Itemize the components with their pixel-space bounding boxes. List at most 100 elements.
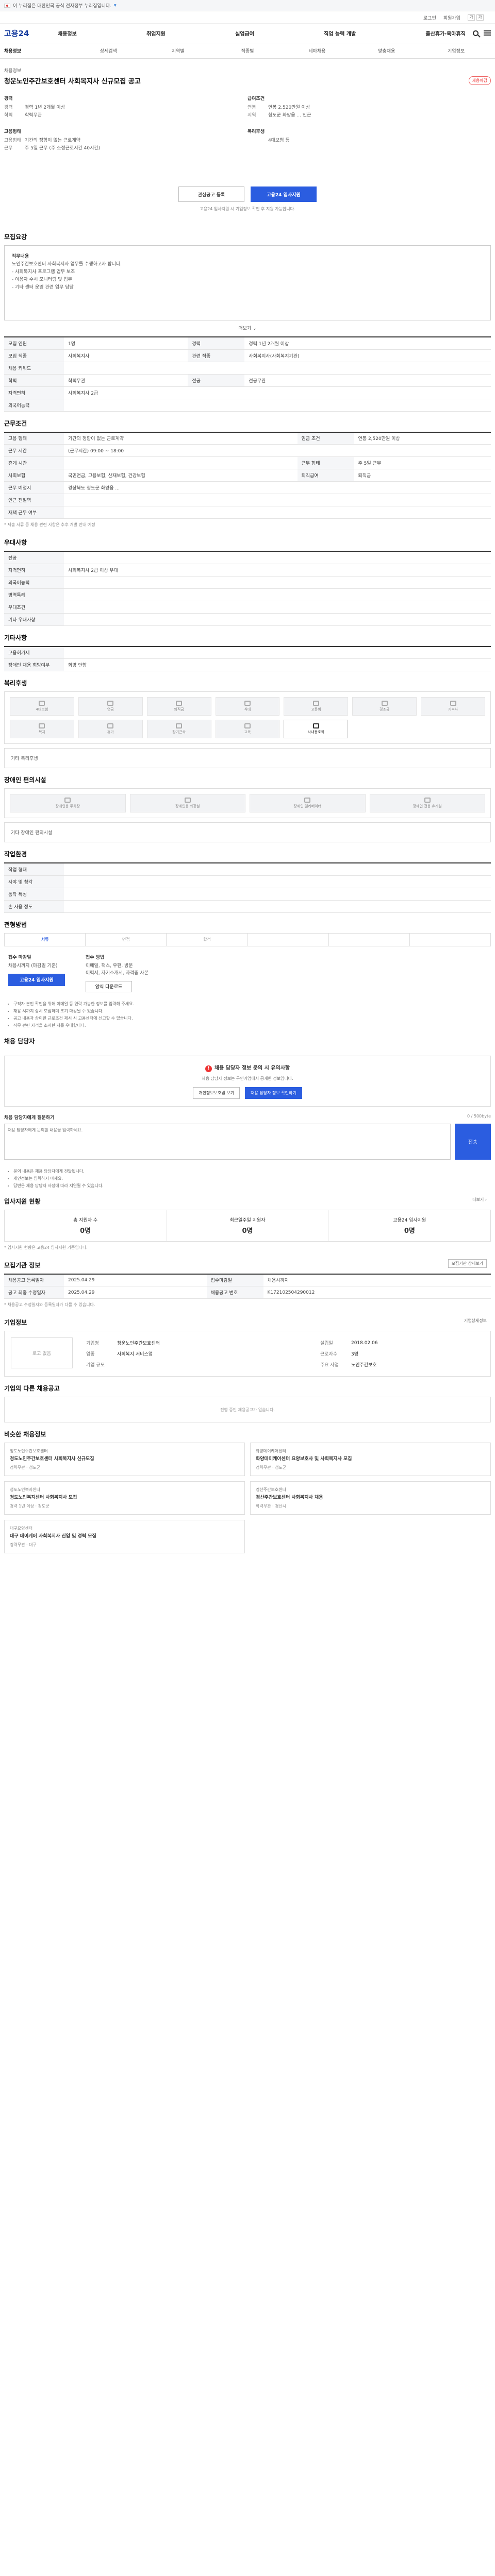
table-row: 사회보험 국민연금, 고용보험, 산재보험, 건강보험 퇴직급여 퇴직금 (4, 469, 491, 482)
cell-value: 주 5일 근무 (354, 456, 491, 469)
table-row: 기업 규모 주요 사업 노인주간보호 (83, 1359, 484, 1370)
join-link[interactable]: 회원가입 (443, 14, 460, 21)
logo[interactable]: 고용24 (4, 28, 51, 39)
gov-toggle[interactable]: ▾ (114, 3, 117, 8)
benefit-item: 사내동호회 (284, 720, 349, 738)
cell-label: 기타 우대사항 (4, 613, 64, 626)
section-title-job: 모집요강 (4, 233, 27, 241)
cell-label: 고용 형태 (4, 432, 64, 445)
tab-detail[interactable]: 상세검색 (74, 47, 143, 54)
cell-value (64, 551, 491, 564)
cell-value (114, 1359, 317, 1370)
benefit-icon (39, 723, 45, 728)
more-button[interactable]: 더보기 ⌄ (0, 325, 495, 331)
table-row: 공고 최종 수정일자 2025.04.29 채용공고 번호 K172102504290… (4, 1286, 491, 1299)
cell-label: 동작 특성 (4, 888, 64, 901)
table-row: 모집 직종 사회복지사 관련 직종 사회복지사(사회복지기관) (4, 349, 491, 362)
table-row: 시야 및 청각 (4, 875, 491, 888)
table-row: 인근 전철역 (4, 494, 491, 506)
env-table: 작업 형태 시야 및 청각 동작 특성 손 사용 정도 (4, 862, 491, 913)
cell-label: 퇴직급여 (297, 469, 354, 482)
job-description: 직무내용 노인주간보호센터 사회복지사 업무를 수행하고자 합니다. - 사회복… (4, 245, 491, 320)
benefit-icon (244, 701, 251, 706)
gnb-item[interactable]: 취업지원 (146, 29, 166, 37)
cell-value (64, 506, 491, 519)
similar-job-card[interactable]: 청도노인주간보호센터 청도노인주간보호센터 사회복지사 신규모집 경력무관 · 청도… (4, 1443, 245, 1476)
table-row: 근무 예정지 경상북도 청도군 화양읍 ... (4, 481, 491, 494)
table-row: 채용공고 등록일자 2025.04.29 접수마감일 채용시까지 (4, 1274, 491, 1286)
table-row: 외국어능력 (4, 576, 491, 589)
cell-label: 채용공고 번호 (206, 1286, 263, 1299)
qna-send-button[interactable]: 전송 (455, 1123, 491, 1160)
other-jobs-empty: 진행 중인 채용공고가 없습니다. (4, 1397, 491, 1422)
cell-label: 주요 사업 (320, 1363, 339, 1368)
cell-label: 모집 인원 (4, 337, 64, 350)
similar-job-card[interactable]: 대구요양센터 대구 데이케어 사회복지사 신입 및 경력 모집 경력무관 · 대구 (4, 1520, 245, 1553)
benefit-icon (244, 723, 251, 728)
step-item: 합격 (167, 933, 248, 946)
cell-label: 사회보험 (4, 469, 64, 482)
menu-icon[interactable] (484, 30, 491, 36)
font-down-button[interactable]: 가 (468, 14, 475, 21)
search-icon[interactable] (473, 30, 478, 36)
cell-value: 2025.04.29 (64, 1274, 207, 1286)
gnb-item[interactable]: 직업 능력 개발 (324, 29, 356, 37)
info-detail-button[interactable]: 모집기관 상세보기 (448, 1259, 487, 1268)
cell-value: 사회복지사 (64, 349, 188, 362)
apply-button[interactable]: 고용24 입사지원 (251, 187, 317, 202)
table-row: 고용 형태 기간의 정함이 없는 근로계약 임금 조건 연봉 2,520만원 이상 (4, 432, 491, 445)
section-title-benefit: 복리후생 (4, 680, 27, 687)
benefit-icon (312, 701, 319, 706)
cell-value: 국민연금, 고용보험, 산재보험, 건강보험 (64, 469, 298, 482)
cell-label: 근무 시간 (4, 444, 64, 457)
company-more-link[interactable]: 기업상세정보 (464, 1318, 487, 1324)
gnb-item[interactable]: 실업급여 (235, 29, 254, 37)
table-row: 작업 형태 (4, 863, 491, 876)
privacy-button[interactable]: 개인정보보호법 보기 (193, 1087, 240, 1099)
similar-job-card[interactable]: 경산주간보호센터 경산주간보호센터 사회복지사 채용 학력무관 · 경산시 (250, 1481, 491, 1515)
cell-label: 업종 (86, 1352, 95, 1357)
cell-value: 1명 (64, 337, 188, 350)
section-title-manager: 채용 담당자 (4, 1037, 35, 1045)
manager-warning: 채용 담당자 정보 문의 시 유의사항 (12, 1063, 483, 1072)
cell-value: 경상북도 청도군 화양읍 ... (64, 481, 491, 494)
cell-value (64, 613, 491, 626)
section-title-barrier: 장애인 편의시설 (4, 776, 46, 784)
cond-table: 고용 형태 기간의 정함이 없는 근로계약 임금 조건 연봉 2,520만원 이상 근무… (4, 431, 491, 519)
cell-value: 3명 (351, 1352, 358, 1357)
barrier-icon (64, 798, 71, 803)
benefit-item: 퇴직금 (146, 697, 211, 716)
scrap-button[interactable]: 관심공고 등록 (178, 187, 244, 202)
tab-jobs[interactable]: 채용정보 (4, 47, 74, 54)
font-up-button[interactable]: 가 (476, 14, 484, 21)
table-row: 전공 (4, 551, 491, 564)
cell-value: 전공무관 (244, 374, 491, 387)
stat-more-link[interactable]: 더보기 › (472, 1197, 487, 1202)
qna-input[interactable] (4, 1123, 451, 1160)
table-row: 자격면허 사회복지사 2급 이상 우대 (4, 564, 491, 577)
apply-submit-button[interactable]: 고용24 입사지원 (8, 973, 65, 986)
benefit-icon (107, 723, 114, 728)
cell-value (64, 601, 491, 614)
benefit-item: 교육 (215, 720, 280, 738)
tab-region[interactable]: 지역별 (143, 47, 213, 54)
tab-custom[interactable]: 맞춤채용 (352, 47, 421, 54)
step-item: 서류 (5, 933, 86, 946)
table-row: 장애인 채용 희망여부 희망 안함 (4, 658, 491, 671)
cell-label: 전공 (188, 374, 245, 387)
manager-info-button[interactable]: 채용 담당자 정보 확인하기 (245, 1087, 302, 1099)
tab-occupation[interactable]: 직종별 (213, 47, 283, 54)
benefit-item: 복지 (10, 720, 74, 738)
login-link[interactable]: 로그인 (423, 14, 436, 21)
gnb-item[interactable]: 출산휴가·육아휴직 (426, 29, 466, 37)
table-row: 근무 시간 (근무시간) 09:00 ~ 18:00 (4, 444, 491, 457)
similar-job-card[interactable]: 청도노인복지센터 청도노인복지센터 사회복지사 모집 경력 1년 이상 · 청도군 (4, 1481, 245, 1515)
tab-theme[interactable]: 테마채용 (282, 47, 352, 54)
section-title-company: 기업정보 (4, 1319, 27, 1326)
table-row: 자격면허 사회복지사 2급 (4, 386, 491, 399)
tab-company[interactable]: 기업정보 (421, 47, 491, 54)
gnb-item[interactable]: 채용정보 (58, 29, 77, 37)
info-table: 채용공고 등록일자 2025.04.29 접수마감일 채용시까지 공고 최종 수정일자 2… (4, 1273, 491, 1299)
similar-job-card[interactable]: 화양데이케어센터 화양데이케어센터 요양보호사 및 사회복지사 모집 경력무관 · … (250, 1443, 491, 1476)
form-download-button[interactable]: 양식 다운로드 (86, 980, 132, 992)
